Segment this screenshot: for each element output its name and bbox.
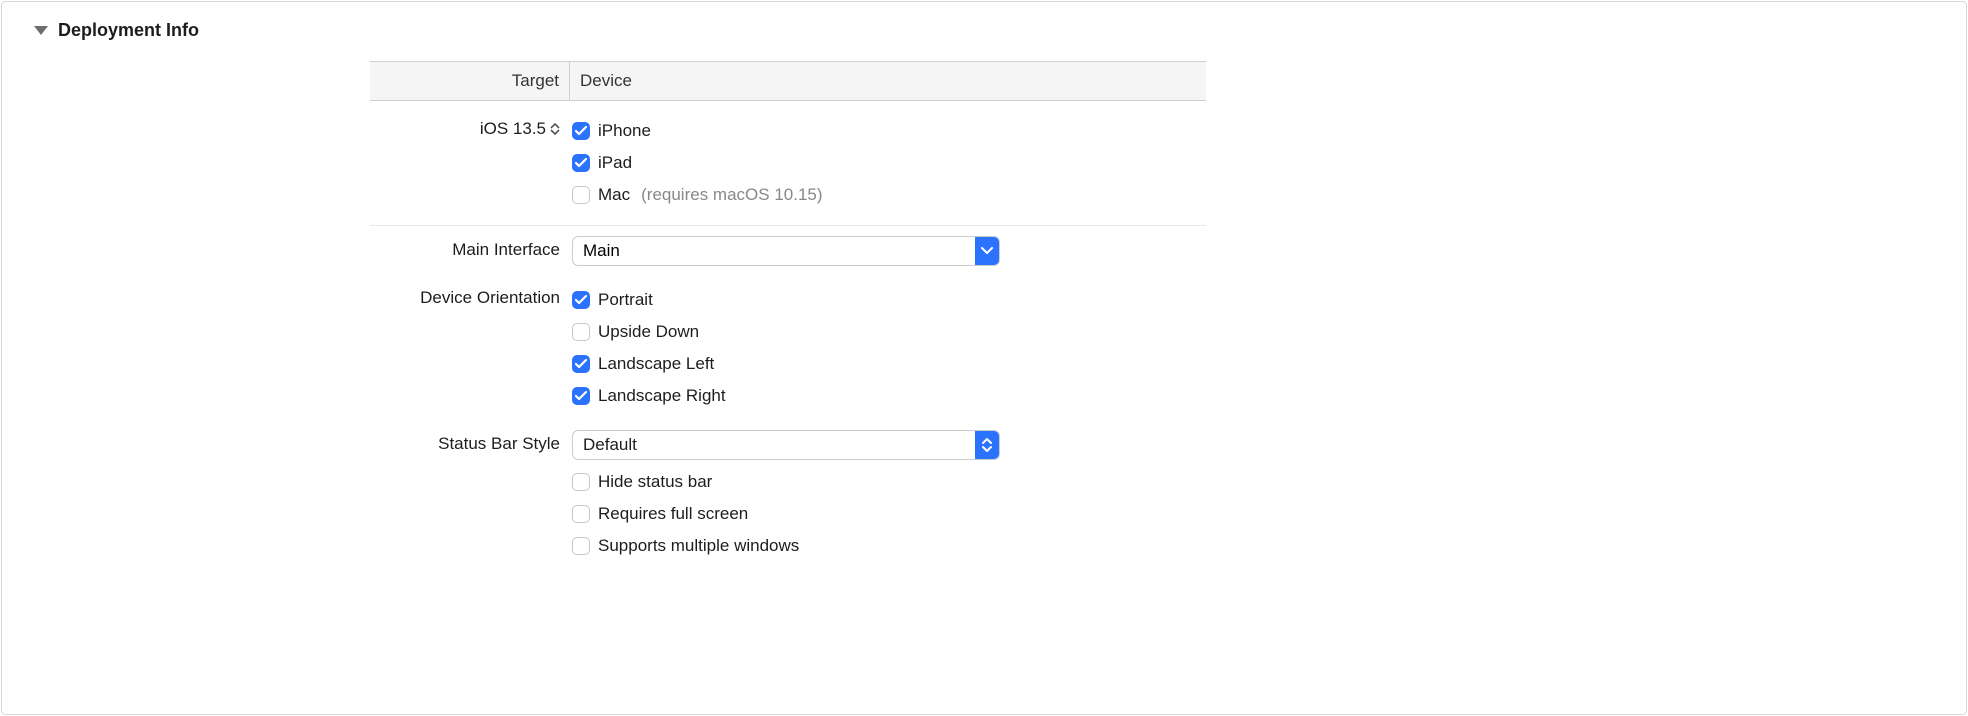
checkbox-icon[interactable] <box>572 323 590 341</box>
main-interface-combobox[interactable] <box>572 236 1000 266</box>
checkbox-icon[interactable] <box>572 355 590 373</box>
status-option-hide-status-bar[interactable]: Hide status bar <box>572 466 1206 498</box>
device-orientation-label: Device Orientation <box>370 284 570 412</box>
status-option-label: Hide status bar <box>598 472 712 492</box>
orientation-checkbox-landscape-left[interactable]: Landscape Left <box>572 348 1206 380</box>
orientation-checkbox-upside-down[interactable]: Upside Down <box>572 316 1206 348</box>
checkbox-icon[interactable] <box>572 473 590 491</box>
section-title: Deployment Info <box>58 20 199 41</box>
device-hint: (requires macOS 10.15) <box>641 185 822 205</box>
device-checkbox-iphone[interactable]: iPhone <box>572 115 1206 147</box>
orientation-option-label: Landscape Right <box>598 386 726 406</box>
orientation-option-label: Portrait <box>598 290 653 310</box>
deployment-table: Target Device iOS 13.5 iPho <box>370 61 1206 562</box>
status-bar-style-value: Default <box>573 431 975 459</box>
checkbox-icon[interactable] <box>572 186 590 204</box>
status-option-supports-multiple-windows[interactable]: Supports multiple windows <box>572 530 1206 562</box>
device-label: Mac <box>598 185 630 205</box>
table-header: Target Device <box>370 61 1206 101</box>
deployment-target-label: iOS 13.5 <box>480 119 546 139</box>
status-bar-style-label: Status Bar Style <box>370 430 570 562</box>
orientation-checkbox-portrait[interactable]: Portrait <box>572 284 1206 316</box>
checkbox-icon[interactable] <box>572 154 590 172</box>
checkbox-icon[interactable] <box>572 505 590 523</box>
column-device: Device <box>570 62 1206 100</box>
orientation-option-label: Landscape Left <box>598 354 714 374</box>
chevron-down-icon[interactable] <box>975 237 999 265</box>
deployment-info-panel: Deployment Info Target Device iOS 13.5 <box>1 1 1967 715</box>
deployment-target-stepper[interactable]: iOS 13.5 <box>480 119 560 139</box>
device-checkbox-mac[interactable]: Mac (requires macOS 10.15) <box>572 179 1206 211</box>
checkbox-icon[interactable] <box>572 122 590 140</box>
status-bar-style-select[interactable]: Default <box>572 430 1000 460</box>
status-option-label: Supports multiple windows <box>598 536 799 556</box>
checkbox-icon[interactable] <box>572 387 590 405</box>
column-target: Target <box>370 62 570 100</box>
orientation-checkbox-landscape-right[interactable]: Landscape Right <box>572 380 1206 412</box>
orientation-option-label: Upside Down <box>598 322 699 342</box>
main-interface-label: Main Interface <box>370 236 570 266</box>
section-header[interactable]: Deployment Info <box>26 20 1942 41</box>
device-label: iPhone <box>598 121 651 141</box>
status-option-requires-full-screen[interactable]: Requires full screen <box>572 498 1206 530</box>
stepper-icon[interactable] <box>550 123 560 135</box>
status-option-label: Requires full screen <box>598 504 748 524</box>
checkbox-icon[interactable] <box>572 537 590 555</box>
device-checkbox-ipad[interactable]: iPad <box>572 147 1206 179</box>
device-label: iPad <box>598 153 632 173</box>
main-interface-input[interactable] <box>573 237 975 265</box>
updown-chevron-icon[interactable] <box>975 431 999 459</box>
divider <box>370 225 1206 226</box>
checkbox-icon[interactable] <box>572 291 590 309</box>
disclosure-triangle-icon[interactable] <box>34 26 48 35</box>
